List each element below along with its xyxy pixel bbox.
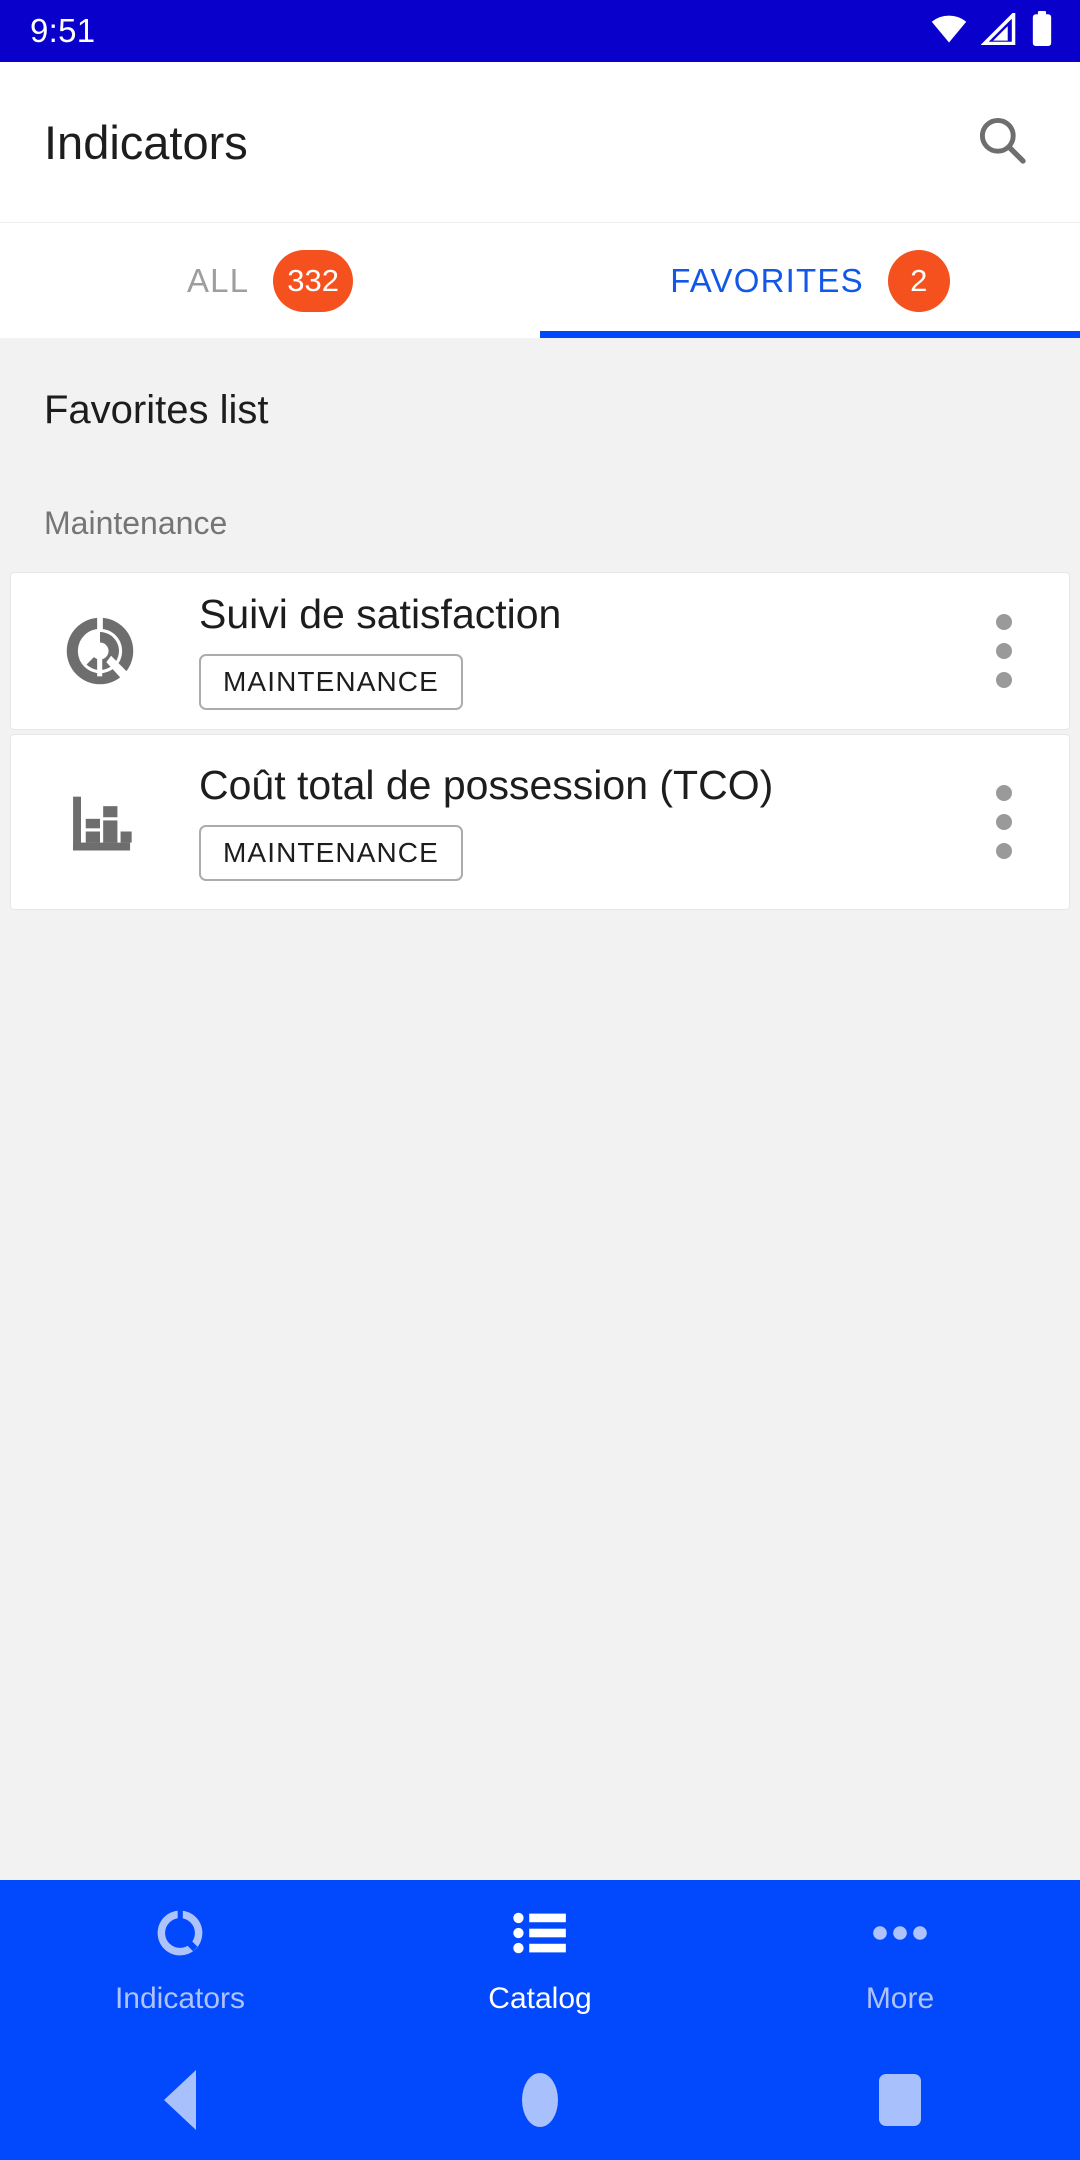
kebab-dot xyxy=(996,643,1012,659)
list-item[interactable]: Coût total de possession (TCO) MAINTENAN… xyxy=(10,734,1070,910)
bottom-navigation-bar: Indicators Catalog More xyxy=(0,1880,1080,2040)
phone-screen: 9:51 Indicators ALL 332 FAVORITES 2 Favo… xyxy=(0,0,1080,2160)
list-item-category-chip[interactable]: MAINTENANCE xyxy=(199,824,463,881)
back-triangle-icon xyxy=(164,2070,196,2130)
nav-item-more-label: More xyxy=(865,1982,935,2015)
page-title: Indicators xyxy=(44,115,248,169)
favorites-list-title: Favorites list xyxy=(44,388,269,432)
tab-favorites-label: FAVORITES xyxy=(670,261,864,299)
back-button[interactable] xyxy=(0,2040,360,2160)
status-bar-icons xyxy=(930,9,1054,52)
tab-selection-indicator xyxy=(540,331,1080,338)
tab-all[interactable]: ALL 332 xyxy=(0,223,540,338)
content-area: Favorites list Maintenance Suivi de sati… xyxy=(0,338,1080,1880)
nav-item-catalog-label: Catalog xyxy=(488,1982,592,2015)
wifi-icon xyxy=(930,14,968,49)
search-button[interactable] xyxy=(966,106,1038,178)
nav-item-catalog[interactable]: Catalog xyxy=(360,1880,720,2040)
app-bar: Indicators xyxy=(0,62,1080,222)
donut-chart-icon xyxy=(57,613,143,689)
tab-all-label: ALL xyxy=(186,261,250,299)
list-item-content: Coût total de possession (TCO) MAINTENAN… xyxy=(143,762,969,881)
status-bar-clock: 9:51 xyxy=(30,12,96,49)
home-circle-icon xyxy=(522,2073,558,2127)
indicator-card-list: Suivi de satisfaction MAINTENANCE Coût t… xyxy=(0,572,1080,910)
list-icon xyxy=(512,1904,568,1962)
bar-chart-icon xyxy=(57,784,143,860)
list-item-category-chip[interactable]: MAINTENANCE xyxy=(199,653,463,710)
tab-all-badge: 332 xyxy=(273,249,354,312)
battery-icon xyxy=(1030,10,1054,52)
home-button[interactable] xyxy=(360,2040,720,2160)
recents-button[interactable] xyxy=(720,2040,1080,2160)
status-bar: 9:51 xyxy=(0,0,1080,62)
kebab-dot xyxy=(996,672,1012,688)
nav-item-indicators[interactable]: Indicators xyxy=(0,1880,360,2040)
search-icon xyxy=(974,112,1030,173)
cellular-signal-icon xyxy=(980,9,1017,50)
more-horizontal-icon xyxy=(872,1904,928,1962)
nav-item-indicators-label: Indicators xyxy=(114,1982,246,2015)
kebab-dot xyxy=(996,614,1012,630)
tab-favorites[interactable]: FAVORITES 2 xyxy=(540,223,1080,338)
system-navigation-bar xyxy=(0,2040,1080,2160)
group-header-maintenance: Maintenance xyxy=(44,505,228,541)
list-item[interactable]: Suivi de satisfaction MAINTENANCE xyxy=(10,572,1070,730)
list-item-content: Suivi de satisfaction MAINTENANCE xyxy=(143,591,969,710)
nav-item-more[interactable]: More xyxy=(720,1880,1080,2040)
list-item-title: Coût total de possession (TCO) xyxy=(199,762,774,809)
kebab-menu-icon[interactable] xyxy=(969,785,1039,859)
kebab-menu-icon[interactable] xyxy=(969,614,1039,688)
tab-favorites-badge: 2 xyxy=(887,249,950,312)
kebab-dot xyxy=(996,843,1012,859)
recents-square-icon xyxy=(879,2074,921,2126)
kebab-dot xyxy=(996,785,1012,801)
list-item-title: Suivi de satisfaction xyxy=(199,591,562,638)
donut-chart-icon xyxy=(152,1904,208,1962)
kebab-dot xyxy=(996,814,1012,830)
tab-bar: ALL 332 FAVORITES 2 xyxy=(0,222,1080,338)
